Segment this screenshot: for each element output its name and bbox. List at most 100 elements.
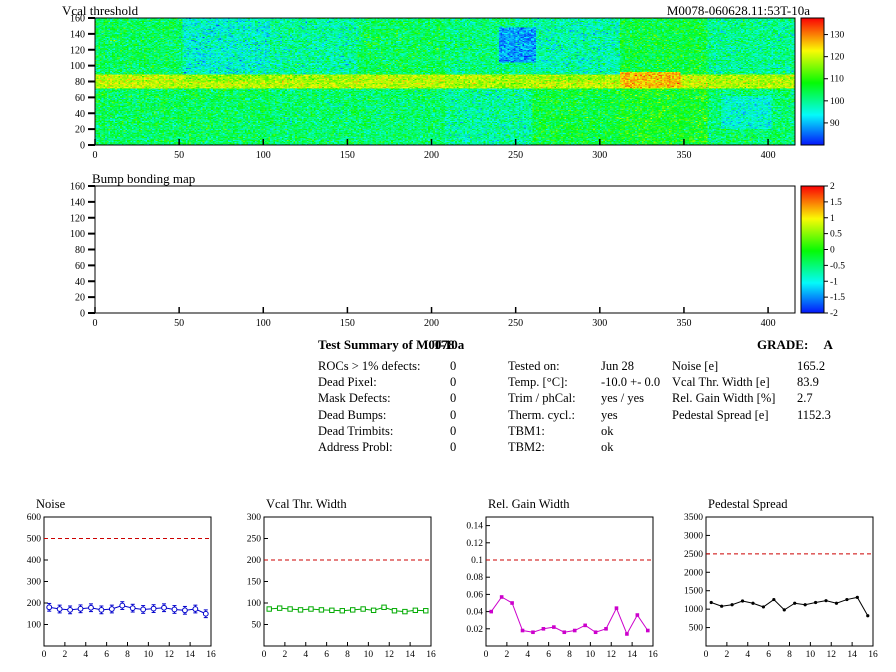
vcal-width-value: 83.9: [797, 375, 819, 389]
data-marker: [46, 604, 53, 611]
data-marker: [709, 600, 713, 605]
x-axis-tick-label: 4: [83, 650, 88, 660]
data-marker: [98, 606, 105, 613]
data-marker: [119, 602, 126, 609]
colorbar-tick-label: -2: [830, 309, 838, 319]
x-axis-tick-label: 400: [761, 318, 776, 329]
y-axis-tick-label: 100: [70, 229, 85, 240]
data-marker: [772, 597, 776, 602]
x-axis-tick-label: 14: [405, 650, 415, 660]
y-axis-tick-label: 60: [75, 93, 85, 104]
x-axis-tick-label: 2: [283, 650, 288, 660]
data-marker: [391, 608, 398, 614]
data-marker: [77, 605, 84, 612]
x-axis-tick-label: 6: [546, 650, 551, 660]
x-axis-tick-label: 8: [125, 650, 130, 660]
y-axis-tick-label: 600: [27, 513, 42, 523]
data-marker: [140, 606, 147, 613]
data-marker: [412, 607, 419, 614]
tbm2-label: TBM2:: [508, 440, 545, 454]
colorbar-tick-label: -0.5: [830, 261, 845, 271]
data-marker: [855, 595, 859, 599]
data-marker: [730, 603, 734, 607]
x-axis-tick-label: 12: [165, 650, 175, 660]
data-marker: [150, 605, 157, 612]
therm-cycl-value: yes: [601, 408, 618, 422]
data-marker: [824, 599, 828, 603]
summary-subtitle: T-10a: [433, 337, 465, 352]
x-axis-tick-label: 2: [505, 650, 510, 660]
data-marker: [318, 607, 325, 613]
data-line: [490, 596, 649, 636]
data-marker: [740, 599, 745, 603]
y-axis-tick-label: 500: [27, 535, 42, 545]
pixel-module-test-report: Vcal threshold M0078-060628.11:53T-10a B…: [0, 0, 896, 672]
data-marker: [562, 630, 567, 635]
data-marker: [845, 597, 849, 602]
data-marker: [510, 601, 514, 605]
data-marker: [572, 628, 577, 633]
dead-trimbits-value: 0: [450, 424, 457, 438]
colorbar-tick-label: -1.5: [830, 293, 845, 303]
colorbar-tick-label: 110: [830, 75, 844, 85]
y-axis-tick-label: 80: [75, 245, 85, 256]
data-marker: [182, 607, 188, 614]
y-axis-tick-label: 1500: [684, 587, 703, 597]
data-marker: [782, 608, 786, 612]
data-marker: [329, 607, 335, 614]
vcal-threshold-heatmap: [95, 18, 795, 145]
x-axis-tick-label: 300: [592, 150, 607, 161]
data-marker: [402, 608, 408, 615]
data-marker: [171, 606, 178, 613]
y-axis-tick-label: 0.14: [466, 522, 483, 532]
data-marker: [108, 606, 115, 612]
therm-cycl-label: Therm. cycl.:: [508, 408, 575, 422]
y-axis-tick-label: 3500: [684, 513, 703, 523]
x-axis-tick-label: 150: [340, 150, 355, 161]
x-axis-tick-label: 8: [787, 650, 792, 660]
y-axis-tick-label: 0: [80, 309, 85, 320]
data-marker: [202, 610, 209, 617]
y-axis-tick-label: 100: [70, 61, 85, 72]
chart-frame: [705, 516, 874, 647]
x-axis-tick-label: 50: [174, 318, 184, 329]
colorbar-tick-label: 130: [830, 31, 845, 41]
pedestal-label: Pedestal Spread [e]: [672, 408, 769, 422]
x-axis-tick-label: 10: [364, 650, 374, 660]
noise-chart-plot: 100 200 300 400 500 600 0 2 4 6 8 10 12 14 16: [27, 513, 216, 660]
x-axis-tick-label: 0: [42, 650, 47, 660]
grade-label: GRADE:: [757, 337, 809, 352]
temp-value: -10.0 +- 0.0: [601, 375, 661, 389]
pedestal-chart-plot: 500 1000 1500 2000 2500 3000 3500 0 2 4 6 8 10 12 14 16: [684, 513, 878, 660]
y-axis-tick-label: 20: [75, 125, 85, 136]
data-marker: [761, 605, 766, 609]
grade-value: A: [823, 337, 833, 352]
y-axis-tick-label: 1000: [684, 605, 703, 615]
vcal-width-chart-plot: 50 100 150 200 250 300 0 2 4 6 8 10 12 14 16: [247, 513, 436, 660]
x-axis-tick-label: 350: [676, 150, 691, 161]
y-axis-tick-label: 120: [70, 45, 85, 56]
data-marker: [381, 604, 387, 610]
x-axis-tick-label: 16: [206, 650, 216, 660]
x-axis-tick-label: 0: [704, 650, 709, 660]
bump-map-title: Bump bonding map: [92, 171, 196, 186]
colorbar-tick-label: 1.5: [830, 198, 842, 208]
module-id-header: M0078-060628.11:53T-10a: [666, 3, 810, 18]
y-axis-tick-label: 100: [247, 599, 262, 609]
data-marker: [161, 604, 167, 611]
colorbar-tick-label: 90: [830, 119, 840, 129]
vcal-map-title: Vcal threshold: [62, 3, 139, 18]
colorbar-tick-label: 0: [830, 246, 835, 256]
dead-pixel-value: 0: [450, 375, 457, 389]
y-axis-tick-label: 0.12: [466, 539, 483, 549]
x-axis-tick-label: 50: [174, 150, 184, 161]
chart-frame: [43, 516, 212, 647]
x-axis-tick-label: 250: [508, 318, 523, 329]
data-marker: [266, 606, 272, 612]
gain-width-chart: Rel. Gain Width 0.02 0.04 0.06 0.08 0.1 0.12 0…: [448, 497, 660, 667]
data-marker: [276, 605, 283, 611]
y-axis-tick-label: 60: [75, 261, 85, 272]
defects-value: 0: [450, 359, 457, 373]
colorbar-tick-label: 0.5: [830, 230, 842, 240]
data-marker: [751, 601, 755, 605]
